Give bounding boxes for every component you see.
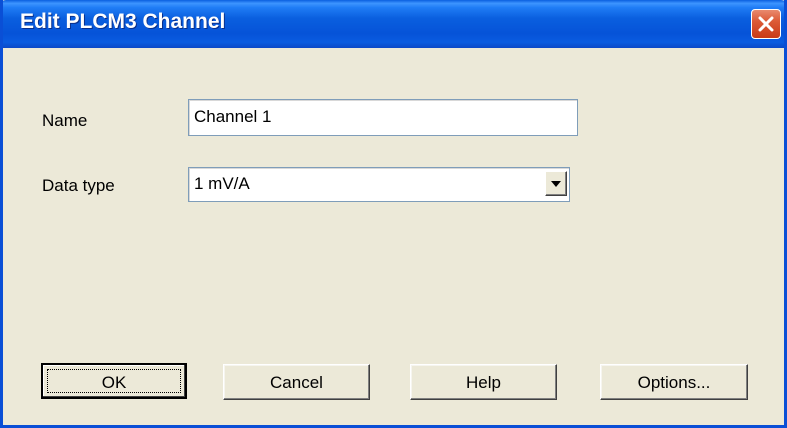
close-button[interactable] xyxy=(751,9,781,39)
ok-button[interactable]: OK xyxy=(41,363,187,399)
name-input-value: Channel 1 xyxy=(194,107,272,126)
name-label: Name xyxy=(42,111,88,130)
help-button[interactable]: Help xyxy=(410,364,557,400)
options-button-label: Options... xyxy=(637,373,711,392)
data-type-label: Data type xyxy=(42,176,115,195)
ok-button-label: OK xyxy=(101,373,127,392)
name-input[interactable]: Channel 1 xyxy=(188,99,578,136)
close-icon xyxy=(758,16,774,32)
window-title: Edit PLCM3 Channel xyxy=(20,10,226,33)
data-type-dropdown-button[interactable] xyxy=(545,171,567,196)
cancel-button[interactable]: Cancel xyxy=(223,364,370,400)
data-type-select[interactable]: 1 mV/A xyxy=(188,167,570,202)
chevron-down-icon xyxy=(551,181,561,187)
data-type-selected-value: 1 mV/A xyxy=(194,174,250,193)
title-bar[interactable]: Edit PLCM3 Channel xyxy=(3,0,784,48)
cancel-button-label: Cancel xyxy=(270,373,323,392)
dialog-window: Edit PLCM3 Channel Name Channel 1 Data t… xyxy=(0,0,787,428)
options-button[interactable]: Options... xyxy=(600,364,748,400)
help-button-label: Help xyxy=(466,373,501,392)
